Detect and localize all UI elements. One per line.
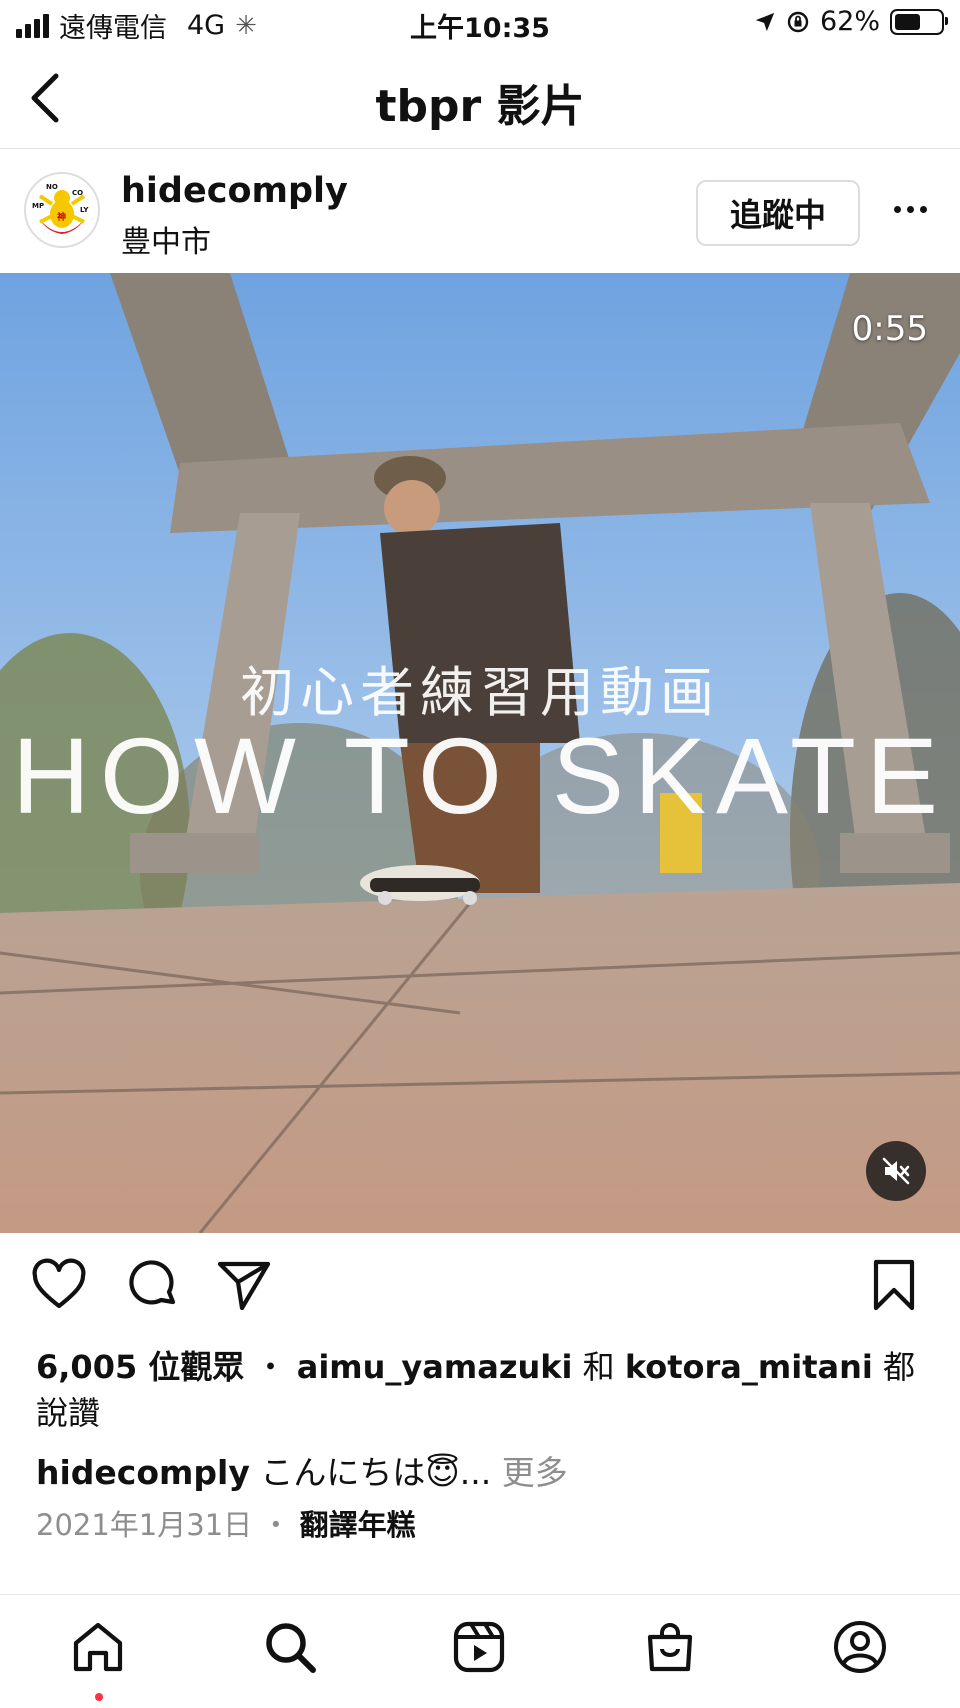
caption-text: こんにちは😇... <box>260 1453 492 1492</box>
mute-button[interactable] <box>866 1141 926 1201</box>
avatar[interactable]: NO CO MP LY 神 <box>24 172 100 248</box>
more-link[interactable]: 更多 <box>502 1453 568 1492</box>
post-location[interactable]: 豊中市 <box>121 217 211 261</box>
like-button[interactable] <box>31 1258 91 1318</box>
avatar-text-kami: 神 <box>57 211 66 223</box>
following-button[interactable]: 追蹤中 <box>696 180 860 246</box>
translate-link[interactable]: 翻譯年糕 <box>300 1508 416 1542</box>
more-dot <box>919 205 927 213</box>
battery-fill <box>895 13 920 30</box>
video-overlay-title: HOW TO SKATE <box>11 715 949 836</box>
nav-search[interactable] <box>262 1619 322 1679</box>
status-right: 62% <box>754 6 948 37</box>
bottom-navigation <box>0 1594 960 1708</box>
shopping-bag-icon <box>647 1623 693 1672</box>
comment-button[interactable] <box>125 1258 185 1318</box>
engagement-summary: 6,005 位觀眾 ・ aimu_yamazuki 和 kotora_mitan… <box>36 1344 926 1436</box>
video-duration: 0:55 <box>851 309 928 349</box>
status-bar: 遠傳電信 4G ✳ 上午10:35 62% <box>0 0 960 48</box>
post-date: 2021年1月31日 <box>36 1508 253 1542</box>
location-arrow-icon <box>755 12 775 31</box>
video-player[interactable]: 0:55 初心者練習用動画 HOW TO SKATE <box>0 273 960 1233</box>
home-icon <box>73 1622 123 1672</box>
avatar-logo: NO CO MP LY 神 <box>27 175 97 245</box>
liker-link[interactable]: kotora_mitani <box>625 1348 873 1386</box>
nav-profile[interactable] <box>832 1619 892 1679</box>
battery-percent: 62% <box>819 6 880 37</box>
heart-icon <box>32 1258 86 1309</box>
separator: ・ <box>254 1348 287 1386</box>
post-meta: 2021年1月31日 ・ 翻譯年糕 <box>36 1502 416 1544</box>
caption-username[interactable]: hidecomply <box>36 1453 250 1492</box>
avatar-text-ly: LY <box>80 206 89 214</box>
post-caption: hidecomply こんにちは😇... 更多 <box>36 1446 926 1494</box>
more-dot <box>893 205 901 213</box>
nav-shop[interactable] <box>642 1619 702 1679</box>
speaker-muted-icon <box>882 1157 910 1185</box>
view-count[interactable]: 6,005 位觀眾 <box>36 1348 244 1386</box>
page-title: tbpr 影片 <box>375 81 585 132</box>
more-options-button[interactable] <box>885 194 935 224</box>
nav-home[interactable] <box>70 1619 130 1679</box>
search-icon <box>266 1623 316 1673</box>
top-navigation: tbpr 影片 <box>0 48 960 149</box>
profile-icon <box>834 1621 886 1673</box>
avatar-text-mp: MP <box>32 202 44 210</box>
nav-reels[interactable] <box>451 1619 511 1679</box>
and-word: 和 <box>582 1348 615 1386</box>
separator: ・ <box>261 1508 291 1542</box>
liker-link[interactable]: aimu_yamazuki <box>297 1348 573 1386</box>
more-dot <box>906 205 914 213</box>
battery-icon <box>890 8 948 35</box>
send-icon <box>217 1261 271 1311</box>
rotation-lock-icon <box>787 11 809 32</box>
avatar-text-no: NO <box>46 183 58 191</box>
save-button[interactable] <box>866 1258 926 1318</box>
comment-icon <box>129 1260 176 1305</box>
reels-icon <box>453 1621 505 1673</box>
avatar-text-co: CO <box>72 189 83 197</box>
post-username[interactable]: hidecomply <box>121 171 348 211</box>
post-header: NO CO MP LY 神 hidecomply 豊中市 追蹤中 <box>0 149 960 273</box>
share-button[interactable] <box>216 1258 276 1318</box>
bookmark-icon <box>873 1259 915 1311</box>
notification-dot <box>95 1693 103 1701</box>
